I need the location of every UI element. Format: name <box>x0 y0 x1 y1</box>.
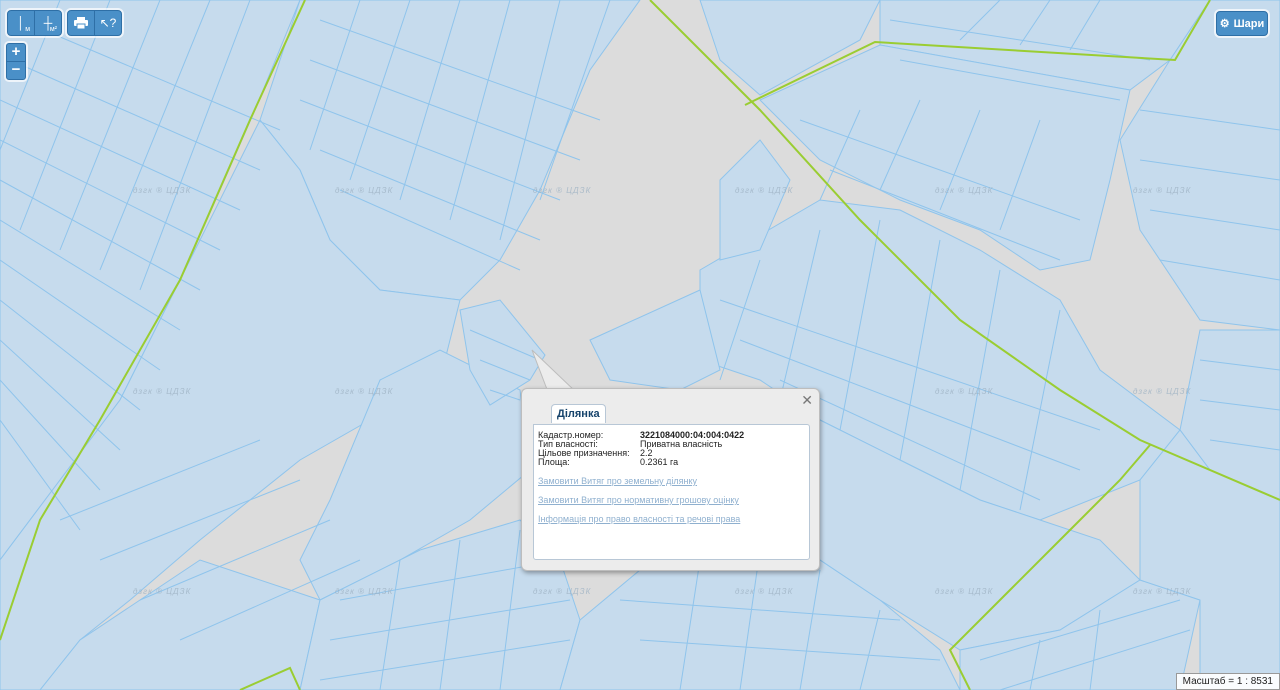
layers-button[interactable]: ⚙ Шари <box>1216 11 1268 36</box>
map-watermark: дзгк ® ЦДЗК <box>935 587 994 596</box>
field-label: Площа: <box>538 457 570 467</box>
map-watermark: дзгк ® ЦДЗК <box>133 387 192 396</box>
order-parcel-extract-link[interactable]: Замовити Витяг про земельну ділянку <box>538 476 697 486</box>
map-watermark: дзгк ® ЦДЗК <box>335 387 394 396</box>
measure-distance-button[interactable]: │ м <box>8 11 34 35</box>
cursor-help-icon: ↖? <box>99 16 117 30</box>
map-watermark: дзгк ® ЦДЗК <box>1133 186 1192 195</box>
print-button[interactable] <box>68 11 94 35</box>
map-watermark: дзгк ® ЦДЗК <box>335 186 394 195</box>
close-icon[interactable]: ✕ <box>801 392 813 409</box>
measure-toolbar: │ м ┼ м² <box>7 10 62 36</box>
order-valuation-extract-link[interactable]: Замовити Витяг про нормативну грошову оц… <box>538 495 739 505</box>
printer-icon <box>74 17 88 29</box>
map-watermark: дзгк ® ЦДЗК <box>1133 387 1192 396</box>
identify-button[interactable]: ↖? <box>94 11 121 35</box>
map-watermark: дзгк ® ЦДЗК <box>533 587 592 596</box>
area-unit-label: м² <box>49 26 57 33</box>
map-watermark: дзгк ® ЦДЗК <box>533 186 592 195</box>
layers-button-label: Шари <box>1233 17 1265 30</box>
tools-toolbar: ↖? <box>67 10 122 36</box>
gear-icon: ⚙ <box>1219 18 1230 30</box>
map-watermark: дзгк ® ЦДЗК <box>133 186 192 195</box>
map-watermark: дзгк ® ЦДЗК <box>735 587 794 596</box>
zoom-out-button[interactable]: − <box>7 61 25 79</box>
measure-area-button[interactable]: ┼ м² <box>34 11 61 35</box>
map-watermark: дзгк ® ЦДЗК <box>935 387 994 396</box>
zoom-in-button[interactable]: + <box>7 44 25 61</box>
map-watermark: дзгк ® ЦДЗК <box>935 186 994 195</box>
parcel-info-popup: ✕ Ділянка Кадастр.номер: 3221084000:04:0… <box>521 388 820 571</box>
parcel-info-panel: Кадастр.номер: 3221084000:04:004:0422 Ти… <box>533 424 810 560</box>
scale-indicator: Масштаб = 1 : 8531 <box>1175 673 1280 690</box>
tab-parcel[interactable]: Ділянка <box>551 404 606 423</box>
ruler-icon: │ <box>17 16 25 30</box>
map-watermark: дзгк ® ЦДЗК <box>735 186 794 195</box>
field-value: 0.2361 га <box>640 457 679 467</box>
ownership-info-link[interactable]: Інформація про право власності та речові… <box>538 514 740 524</box>
map-watermark: дзгк ® ЦДЗК <box>335 587 394 596</box>
zoom-control: + − <box>6 43 26 80</box>
map-watermark: дзгк ® ЦДЗК <box>1133 587 1192 596</box>
map-watermark: дзгк ® ЦДЗК <box>133 587 192 596</box>
cadastral-map[interactable] <box>0 0 1280 690</box>
distance-unit-label: м <box>25 26 30 33</box>
